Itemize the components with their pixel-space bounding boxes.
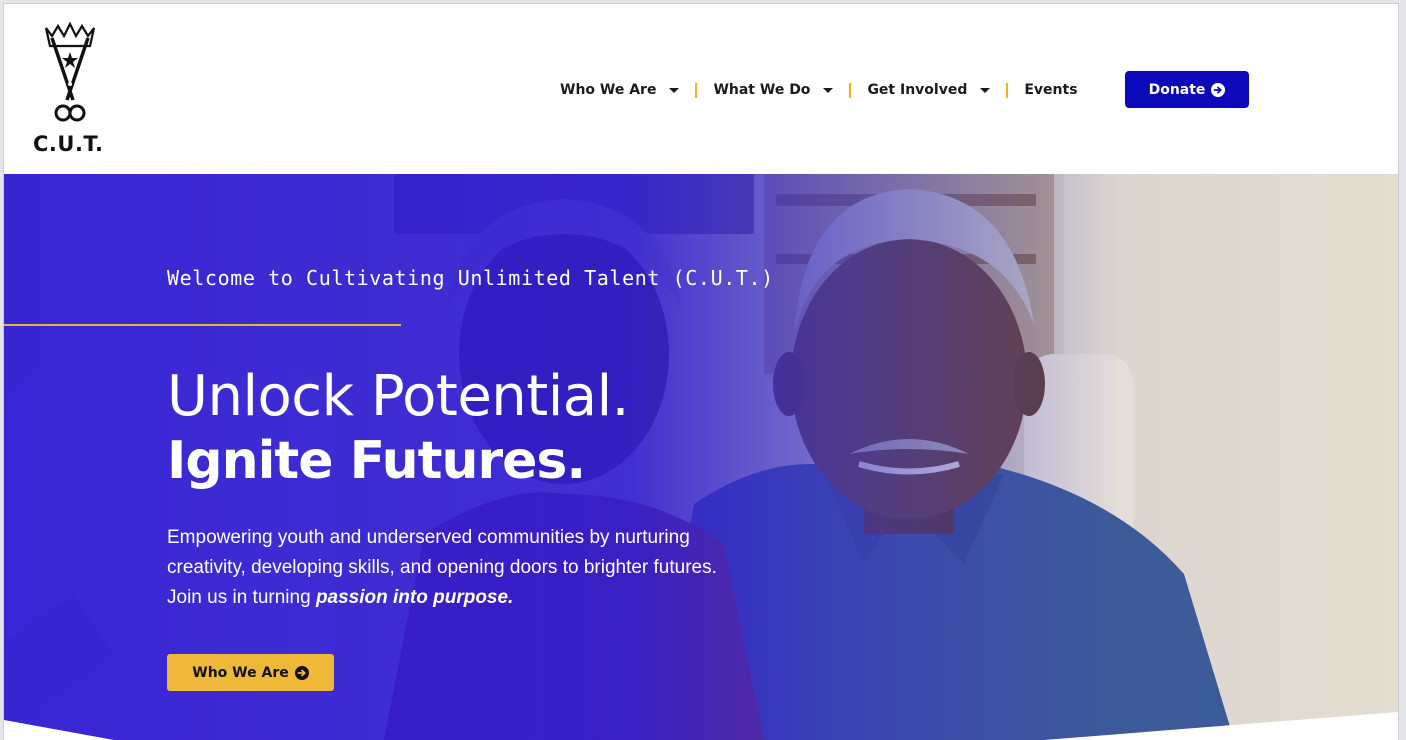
hero-welcome-text: Welcome to Cultivating Unlimited Talent … bbox=[167, 266, 774, 290]
donate-button[interactable]: Donate bbox=[1125, 71, 1249, 108]
nav-item-what-we-do[interactable]: What We Do bbox=[713, 82, 834, 98]
nav-separator bbox=[849, 82, 852, 98]
browser-viewport: C.U.T. Who We Are What We Do Get Involve… bbox=[4, 4, 1398, 740]
hero-description-emphasis: passion into purpose. bbox=[315, 587, 514, 608]
logo[interactable]: C.U.T. bbox=[30, 22, 110, 158]
chevron-down-icon bbox=[823, 87, 834, 93]
crown-scissors-icon bbox=[44, 22, 96, 122]
cta-label: Who We Are bbox=[192, 664, 289, 681]
logo-text: C.U.T. bbox=[33, 132, 104, 156]
hero-headline-line1: Unlock Potential. bbox=[167, 364, 629, 429]
nav-item-label: Get Involved bbox=[867, 82, 968, 98]
hero-bottom-divider bbox=[4, 712, 1398, 740]
nav-separator bbox=[1006, 82, 1009, 98]
arrow-circle-right-icon bbox=[294, 665, 309, 680]
nav-item-label: What We Do bbox=[713, 82, 811, 98]
donate-label: Donate bbox=[1148, 81, 1206, 98]
main-nav: Who We Are What We Do Get Involved Event… bbox=[560, 77, 1078, 103]
arrow-circle-right-icon bbox=[1211, 82, 1226, 97]
nav-separator bbox=[695, 82, 698, 98]
accent-divider bbox=[4, 324, 401, 326]
nav-item-label: Who We Are bbox=[560, 82, 657, 98]
nav-item-label: Events bbox=[1024, 82, 1078, 98]
nav-item-get-involved[interactable]: Get Involved bbox=[867, 82, 991, 98]
who-we-are-button[interactable]: Who We Are bbox=[167, 654, 334, 691]
chevron-down-icon bbox=[669, 87, 680, 93]
nav-item-who-we-are[interactable]: Who We Are bbox=[560, 82, 680, 98]
site-header: C.U.T. Who We Are What We Do Get Involve… bbox=[4, 4, 1398, 174]
chevron-down-icon bbox=[980, 87, 991, 93]
nav-item-events[interactable]: Events bbox=[1024, 82, 1077, 98]
hero-description: Empowering youth and underserved communi… bbox=[167, 523, 727, 613]
hero-headline-line2: Ignite Futures. bbox=[167, 431, 586, 491]
hero-section: Welcome to Cultivating Unlimited Talent … bbox=[4, 174, 1398, 740]
